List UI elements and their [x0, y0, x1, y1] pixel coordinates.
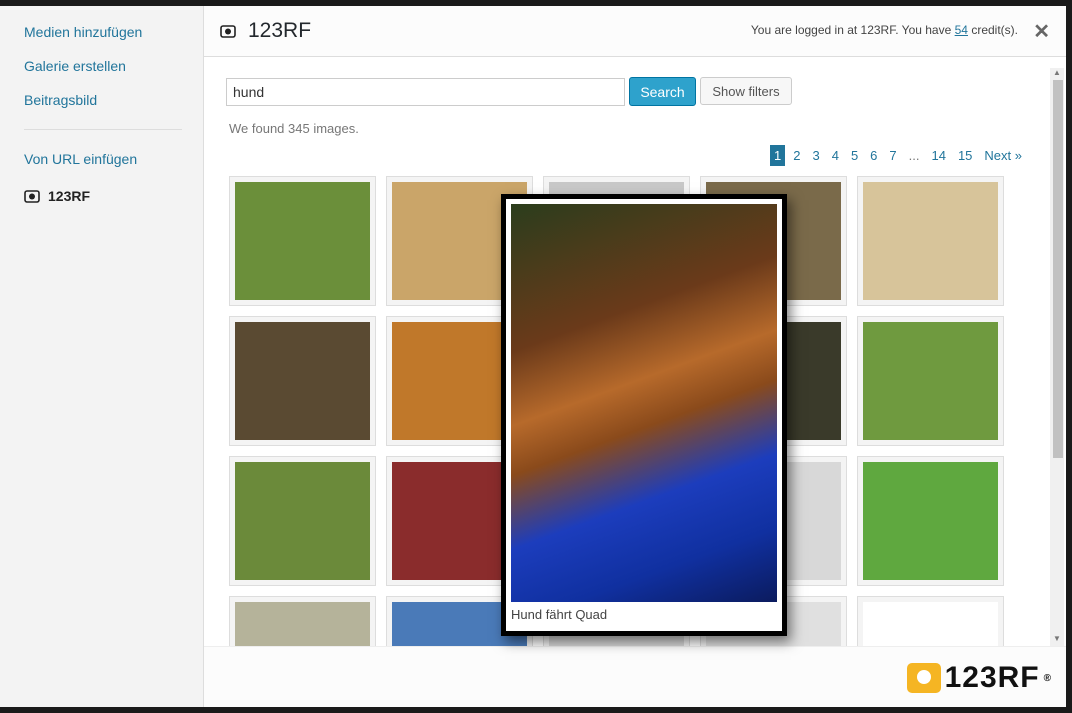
- thumbnail-image: [863, 322, 998, 440]
- login-prefix: You are logged in at 123RF. You have: [750, 23, 955, 37]
- login-suffix: credit(s).: [967, 23, 1018, 37]
- image-thumbnail[interactable]: [229, 596, 376, 646]
- sidebar-item-featured-image[interactable]: Beitragsbild: [24, 92, 97, 108]
- preview-image: [511, 204, 777, 602]
- thumbnail-image: [863, 462, 998, 580]
- login-status: You are logged in at 123RF. You have 54 …: [751, 23, 1018, 37]
- scrollbar-thumb[interactable]: [1053, 80, 1063, 458]
- page-link[interactable]: 6: [866, 145, 881, 166]
- page-ellipsis: ...: [908, 148, 920, 163]
- image-preview-popup: Hund fährt Quad: [501, 194, 787, 636]
- modal-footer: 123RF ®: [204, 646, 1066, 707]
- logo-registered: ®: [1043, 672, 1052, 684]
- page-link[interactable]: 14: [927, 145, 949, 166]
- title-text: 123RF: [248, 19, 312, 42]
- credits-link[interactable]: 54: [955, 23, 968, 37]
- page-link[interactable]: 2: [789, 145, 804, 166]
- thumbnail-image: [235, 462, 370, 580]
- thumbnail-image: [863, 602, 998, 646]
- thumbnail-image: [863, 182, 998, 300]
- page-link[interactable]: 7: [885, 145, 900, 166]
- camera-icon: [220, 25, 236, 38]
- next-page-link[interactable]: Next »: [980, 145, 1026, 166]
- sidebar-item-add-media[interactable]: Medien hinzufügen: [24, 24, 142, 40]
- image-thumbnail[interactable]: [857, 316, 1004, 446]
- page-link[interactable]: 15: [954, 145, 976, 166]
- page-link[interactable]: 1: [770, 145, 786, 166]
- show-filters-button[interactable]: Show filters: [700, 77, 792, 105]
- logo-mark-icon: [906, 663, 941, 693]
- sidebar-item-123rf[interactable]: 123RF: [24, 188, 90, 204]
- 123rf-logo: 123RF ®: [906, 661, 1052, 695]
- search-input[interactable]: [226, 78, 625, 106]
- search-button[interactable]: Search: [629, 77, 696, 106]
- image-thumbnail[interactable]: [857, 456, 1004, 586]
- camera-icon: [24, 190, 40, 203]
- logo-text: 123RF: [944, 661, 1040, 694]
- page-title: 123RF: [220, 19, 311, 43]
- sidebar-item-create-gallery[interactable]: Galerie erstellen: [24, 58, 126, 74]
- page-link[interactable]: 5: [847, 145, 862, 166]
- preview-frame: Hund fährt Quad: [506, 199, 782, 631]
- scroll-up-icon[interactable]: ▲: [1053, 68, 1061, 77]
- image-thumbnail[interactable]: [229, 316, 376, 446]
- scroll-down-icon[interactable]: ▼: [1053, 634, 1061, 643]
- thumbnail-image: [235, 602, 370, 646]
- sidebar-item-insert-from-url[interactable]: Von URL einfügen: [24, 151, 137, 167]
- close-icon[interactable]: ✕: [1033, 19, 1050, 44]
- pagination: 1 2 3 4 5 6 7 ... 14 15 Next »: [766, 145, 1026, 166]
- media-sidebar: Medien hinzufügen Galerie erstellen Beit…: [0, 6, 204, 707]
- image-thumbnail[interactable]: [857, 596, 1004, 646]
- image-thumbnail[interactable]: [229, 176, 376, 306]
- thumbnail-image: [235, 182, 370, 300]
- scrollbar[interactable]: ▲ ▼: [1050, 68, 1064, 646]
- image-thumbnail[interactable]: [857, 176, 1004, 306]
- preview-caption: Hund fährt Quad: [511, 607, 608, 622]
- page-link[interactable]: 3: [808, 145, 823, 166]
- image-thumbnail[interactable]: [229, 456, 376, 586]
- modal-header: 123RF You are logged in at 123RF. You ha…: [204, 6, 1066, 57]
- page-link[interactable]: 4: [828, 145, 843, 166]
- results-count: We found 345 images.: [229, 121, 359, 136]
- thumbnail-image: [235, 322, 370, 440]
- sidebar-divider: [24, 129, 182, 130]
- sidebar-item-label: 123RF: [48, 188, 91, 204]
